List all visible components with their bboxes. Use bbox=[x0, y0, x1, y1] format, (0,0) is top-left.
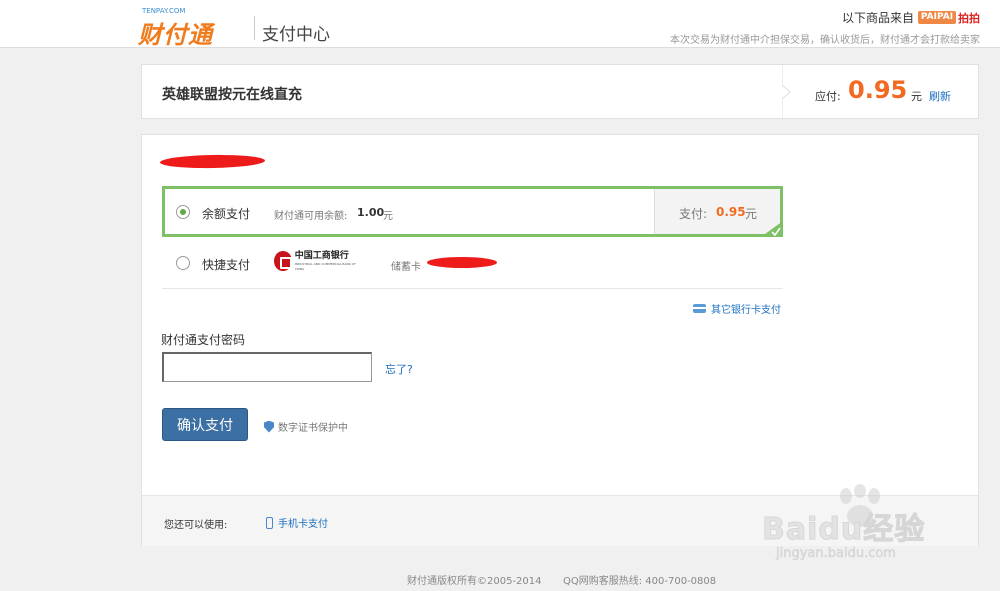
cert-protection-label: 数字证书保护中 bbox=[278, 423, 348, 434]
available-balance-amount: 1.00 bbox=[357, 206, 385, 219]
quick-pay-radio[interactable] bbox=[176, 256, 190, 270]
baidu-jingyan-watermark: Baidu经验 jingyan.baidu.com bbox=[761, 484, 952, 574]
mobile-card-pay-label: 手机卡支付 bbox=[278, 519, 328, 530]
paipai-logo-text: 拍拍 bbox=[958, 11, 980, 25]
logo-divider bbox=[254, 16, 255, 40]
mobile-card-pay-link[interactable]: 手机卡支付 bbox=[266, 515, 328, 530]
logo-domain: TENPAY.COM bbox=[142, 7, 186, 15]
password-label: 财付通支付密码 bbox=[161, 333, 246, 347]
due-amount: 0.95 bbox=[848, 76, 908, 104]
paipai-logo-box: PAIPAI bbox=[918, 11, 956, 24]
confirm-pay-button[interactable]: 确认支付 bbox=[162, 408, 248, 441]
other-bank-card-label: 其它银行卡支付 bbox=[711, 305, 781, 316]
pay-amount: 0.95 bbox=[716, 205, 746, 219]
due-unit: 元 bbox=[911, 90, 922, 103]
bank-name: 中国工商银行 INDUSTRIAL AND COMMERCIAL BANK OF… bbox=[295, 251, 358, 272]
pay-label: 支付: bbox=[679, 207, 708, 221]
cert-protection: 数字证书保护中 bbox=[264, 419, 348, 434]
balance-pay-option[interactable]: 余额支付 财付通可用余额: 1.00 元 支付: 0.95 元 bbox=[162, 186, 783, 237]
top-header: TENPAY.COM 财付通 支付中心 以下商品来自 PAIPAI 拍拍 本次交… bbox=[0, 0, 1000, 49]
order-title: 英雄联盟按元在线直充 bbox=[162, 87, 302, 103]
escrow-notice: 本次交易为财付通中介担保交易，确认收货后，财付通才会打款给卖家 bbox=[670, 35, 980, 46]
balance-pay-radio[interactable] bbox=[176, 205, 190, 219]
order-divider bbox=[782, 65, 796, 120]
icbc-seal-icon bbox=[274, 251, 292, 271]
forgot-password-link[interactable]: 忘了? bbox=[385, 361, 413, 377]
other-bank-card-link[interactable]: 其它银行卡支付 bbox=[693, 301, 781, 316]
phone-icon bbox=[266, 516, 273, 529]
bank-name-cn: 中国工商银行 bbox=[294, 250, 349, 261]
tenpay-logo[interactable]: TENPAY.COM 财付通 bbox=[138, 7, 248, 49]
card-type: 储蓄卡 bbox=[391, 262, 421, 273]
copyright: 财付通版权所有©2005-2014 bbox=[407, 576, 542, 587]
logo-text: 财付通 bbox=[138, 21, 213, 49]
redacted-account bbox=[159, 154, 266, 169]
pay-unit: 元 bbox=[745, 207, 758, 221]
paipai-logo[interactable]: PAIPAI 拍拍 bbox=[918, 11, 980, 25]
selected-check-icon bbox=[761, 221, 783, 237]
product-source: 以下商品来自 PAIPAI 拍拍 bbox=[842, 9, 980, 26]
redacted-card-number bbox=[427, 257, 497, 268]
service-hotline: QQ网购客服热线: 400-700-0808 bbox=[563, 576, 717, 587]
bank-card-icon bbox=[693, 304, 706, 313]
quick-pay-label: 快捷支付 bbox=[202, 258, 251, 272]
available-balance-label: 财付通可用余额: bbox=[274, 211, 348, 222]
balance-pay-label: 余额支付 bbox=[202, 207, 251, 221]
payment-password-input[interactable] bbox=[162, 352, 372, 382]
bank-name-en: INDUSTRIAL AND COMMERCIAL BANK OF CHINA bbox=[294, 261, 356, 271]
shield-icon bbox=[264, 420, 274, 433]
refresh-link[interactable]: 刷新 bbox=[929, 88, 951, 104]
icbc-logo: 中国工商银行 INDUSTRIAL AND COMMERCIAL BANK OF… bbox=[274, 250, 358, 272]
also-available-label: 您还可以使用: bbox=[164, 520, 228, 531]
page-title: 支付中心 bbox=[262, 25, 330, 45]
available-balance-unit: 元 bbox=[383, 211, 393, 222]
quick-pay-option[interactable]: 快捷支付 中国工商银行 INDUSTRIAL AND COMMERCIAL BA… bbox=[162, 237, 783, 288]
divider bbox=[162, 288, 783, 289]
source-label: 以下商品来自 bbox=[841, 11, 914, 25]
watermark-site: jingyan.baidu.com bbox=[776, 546, 896, 562]
due-label: 应付: bbox=[815, 90, 841, 103]
order-summary: 英雄联盟按元在线直充 应付: 0.95 元 刷新 bbox=[141, 64, 979, 120]
watermark-brand: Baidu经验 bbox=[761, 512, 926, 548]
